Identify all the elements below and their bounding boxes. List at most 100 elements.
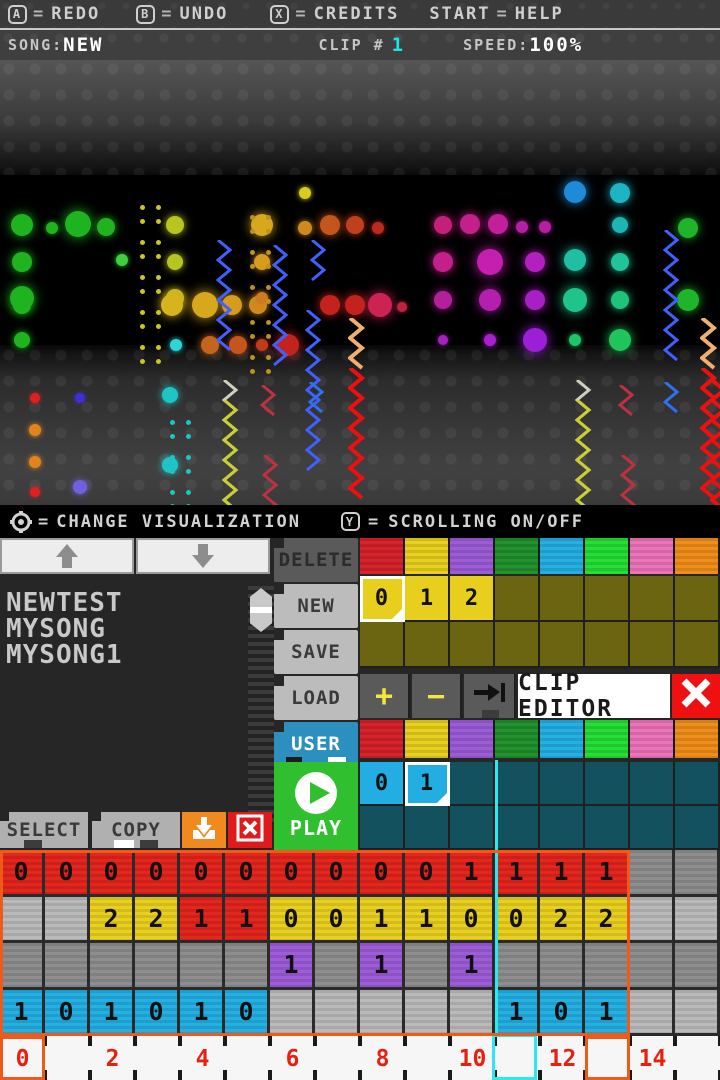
ruler-tick: [673, 1070, 677, 1080]
save-button[interactable]: SAVE: [274, 630, 358, 674]
clip-cell-empty[interactable]: [675, 576, 720, 622]
remove-clip-button[interactable]: −: [412, 674, 462, 718]
visualizer-canvas[interactable]: [0, 60, 720, 505]
down-arrow-icon: [192, 544, 214, 568]
clip-cell-empty[interactable]: [630, 806, 675, 850]
select-button[interactable]: SELECT: [0, 812, 88, 848]
sequencer-empty-cell[interactable]: [630, 850, 675, 897]
clip-cell-empty[interactable]: [495, 806, 540, 850]
palette-swatch-5[interactable]: [585, 538, 630, 574]
clip-cell-empty[interactable]: [540, 576, 585, 622]
scrollbar-thumb[interactable]: [250, 588, 272, 632]
palette-swatch-4[interactable]: [540, 720, 585, 758]
palette-swatch-7[interactable]: [675, 720, 720, 758]
clip-cell-empty[interactable]: [585, 762, 630, 806]
palette-swatch-2[interactable]: [450, 720, 495, 758]
tab-button[interactable]: [464, 674, 516, 718]
sequencer-empty-cell[interactable]: [630, 943, 675, 990]
clip-cell-empty[interactable]: [630, 576, 675, 622]
clip-cell[interactable]: 0: [360, 762, 405, 806]
clip-cell-empty[interactable]: [360, 806, 405, 850]
button-notch: [274, 676, 284, 686]
list-item[interactable]: NEWTEST: [6, 590, 242, 616]
clip-cell[interactable]: 1: [405, 576, 450, 622]
clip-cell-empty[interactable]: [360, 622, 405, 668]
load-button-label: LOAD: [291, 687, 341, 709]
palette-swatch-6[interactable]: [630, 720, 675, 758]
load-button[interactable]: LOAD: [274, 676, 358, 720]
sequencer-empty-cell[interactable]: [630, 989, 675, 1036]
clip-cell[interactable]: 1: [405, 762, 450, 806]
clip-cell-empty[interactable]: [630, 622, 675, 668]
clip-number: 2: [464, 585, 479, 611]
clip-cell-empty[interactable]: [675, 762, 720, 806]
sequencer-empty-cell[interactable]: [675, 943, 720, 990]
list-item[interactable]: MYSONG: [6, 616, 242, 642]
new-button-label: NEW: [297, 595, 335, 617]
scroll-down-button[interactable]: [136, 538, 270, 574]
button-a-icon: A: [8, 4, 27, 24]
close-clip-editor-button[interactable]: [672, 674, 720, 718]
sequencer-empty-cell[interactable]: [675, 850, 720, 897]
clip-cell-empty[interactable]: [630, 762, 675, 806]
clip-cell-empty[interactable]: [450, 806, 495, 850]
clip-cell-empty[interactable]: [540, 622, 585, 668]
clip-cell-empty[interactable]: [585, 622, 630, 668]
clip-cell-empty[interactable]: [675, 622, 720, 668]
sequencer-empty-cell[interactable]: [675, 896, 720, 943]
clip-cell[interactable]: 2: [450, 576, 495, 622]
user-button[interactable]: USER: [274, 722, 358, 766]
speed-label: SPEED:: [463, 36, 530, 54]
clear-button[interactable]: [228, 812, 272, 848]
help-item-undo[interactable]: B = UNDO: [136, 4, 228, 24]
clip-cell-empty[interactable]: [405, 622, 450, 668]
new-button[interactable]: NEW: [274, 584, 358, 628]
download-button[interactable]: [182, 812, 226, 848]
gear-icon[interactable]: [10, 510, 32, 533]
delete-button[interactable]: DELETE: [274, 538, 358, 582]
palette-swatch-6[interactable]: [630, 538, 675, 574]
add-clip-button[interactable]: +: [360, 674, 410, 718]
palette-swatch-0[interactable]: [360, 720, 405, 758]
visualizer-dot-small: [156, 359, 161, 364]
clip-cell-empty[interactable]: [495, 622, 540, 668]
clip-cell-empty[interactable]: [405, 806, 450, 850]
palette-swatch-3[interactable]: [495, 538, 540, 574]
visualizer-dot-small: [140, 205, 145, 210]
palette-swatch-5[interactable]: [585, 720, 630, 758]
ruler-label: 14: [638, 1046, 667, 1072]
palette-swatch-1[interactable]: [405, 538, 450, 574]
clip-cell-empty[interactable]: [495, 576, 540, 622]
sequencer-empty-cell[interactable]: [630, 896, 675, 943]
visualizer-dot-small: [186, 455, 191, 460]
visualizer-zigzag: [348, 318, 366, 370]
list-item[interactable]: MYSONG1: [6, 642, 242, 668]
clip-cell-empty[interactable]: [450, 622, 495, 668]
palette-swatch-7[interactable]: [675, 538, 720, 574]
scroll-up-button[interactable]: [0, 538, 134, 574]
help-item-help[interactable]: START = HELP: [429, 4, 563, 24]
start-button-label: START: [429, 4, 491, 24]
clip-cell-empty[interactable]: [540, 806, 585, 850]
cell-texture: [675, 989, 717, 1033]
clip-cell-empty[interactable]: [450, 762, 495, 806]
palette-swatch-2[interactable]: [450, 538, 495, 574]
play-button[interactable]: PLAY: [274, 762, 358, 850]
palette-swatch-4[interactable]: [540, 538, 585, 574]
sequencer-empty-cell[interactable]: [675, 989, 720, 1036]
help-item-credits[interactable]: X = CREDITS: [270, 4, 399, 24]
delete-button-label: DELETE: [278, 549, 354, 571]
clip-cell-empty[interactable]: [495, 762, 540, 806]
clip-cell-empty[interactable]: [540, 762, 585, 806]
palette-swatch-1[interactable]: [405, 720, 450, 758]
clip-cell-empty[interactable]: [585, 576, 630, 622]
visualizer-dot: [14, 332, 30, 348]
palette-swatch-0[interactable]: [360, 538, 405, 574]
copy-button[interactable]: COPY: [92, 812, 180, 848]
palette-swatch-3[interactable]: [495, 720, 540, 758]
clip-cell-empty[interactable]: [675, 806, 720, 850]
clip-cell-empty[interactable]: [585, 806, 630, 850]
help-item-redo[interactable]: A = REDO: [8, 4, 100, 24]
song-list[interactable]: NEWTEST MYSONG MYSONG1: [0, 586, 248, 824]
clip-cell[interactable]: 0: [360, 576, 405, 622]
